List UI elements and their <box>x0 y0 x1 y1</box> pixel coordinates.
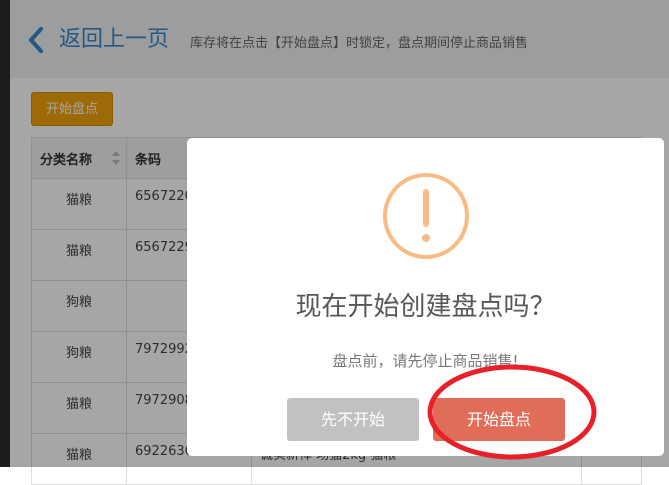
cancel-button[interactable]: 先不开始 <box>287 398 419 441</box>
exclamation-circle-icon <box>383 173 469 259</box>
annotation-circle <box>427 364 597 460</box>
dialog-title: 现在开始创建盘点吗？ <box>295 292 556 322</box>
